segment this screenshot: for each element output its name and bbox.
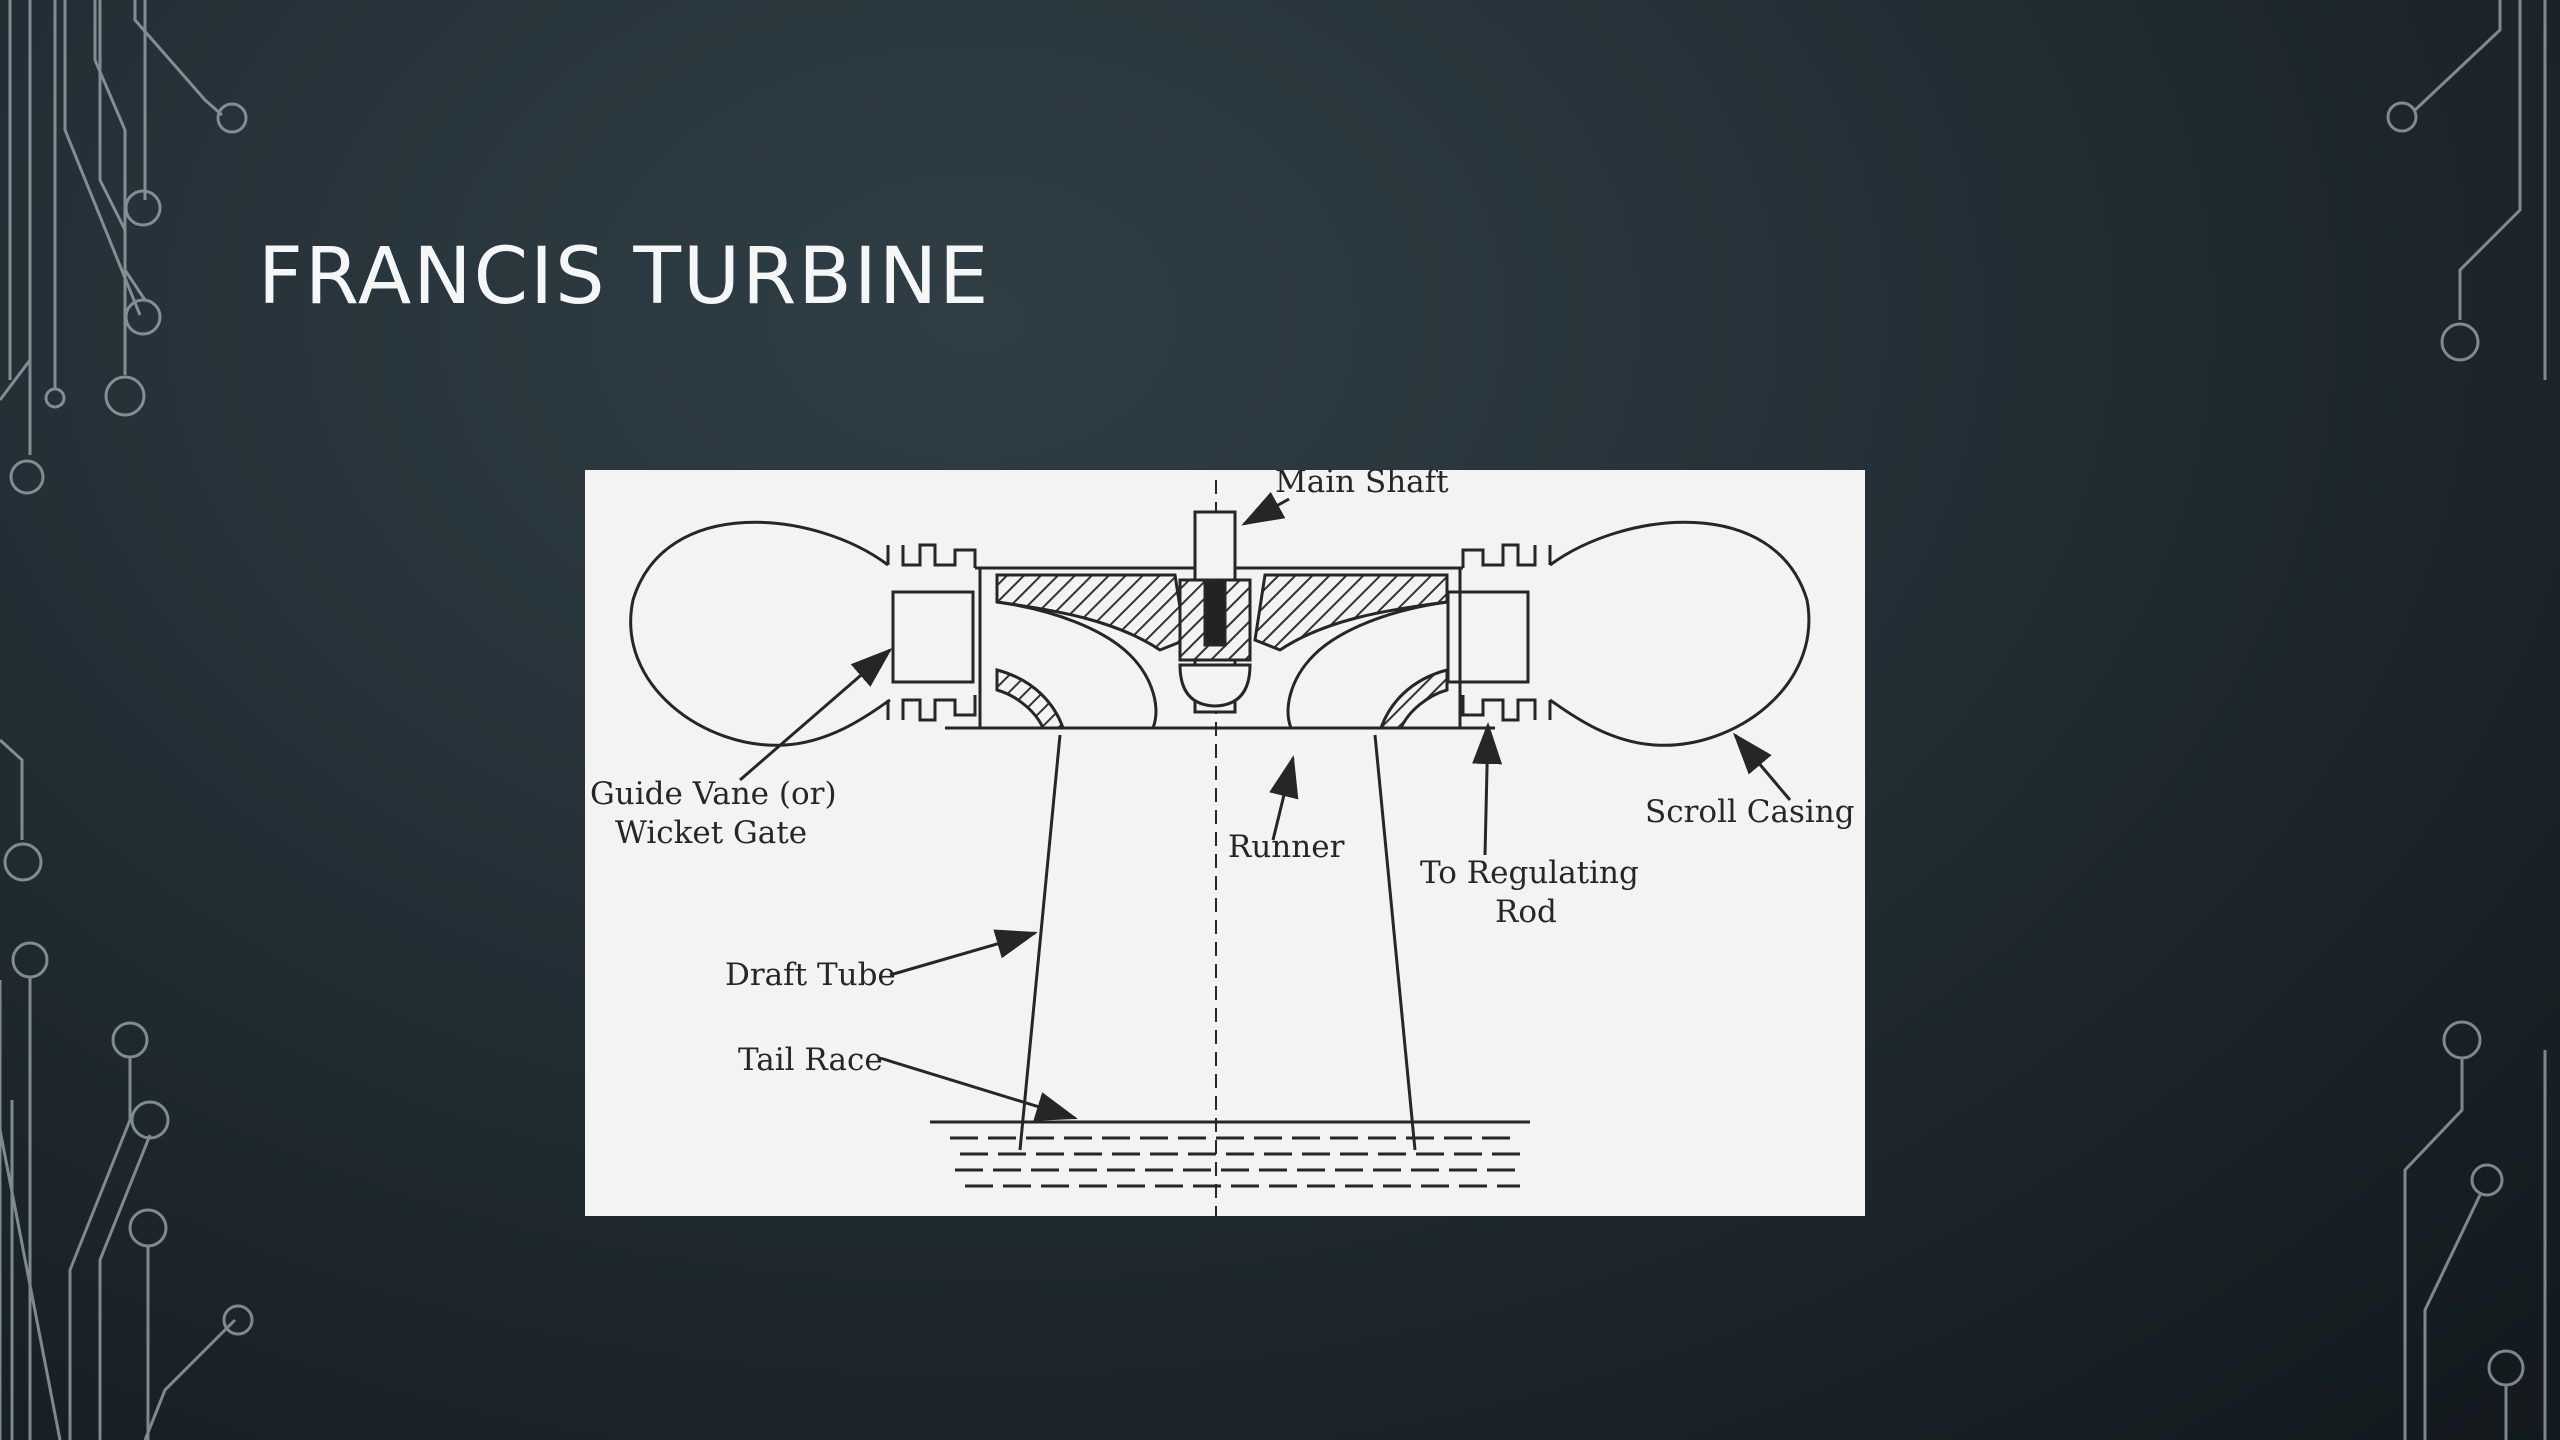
guide-vane-left [891, 590, 975, 684]
label-guide-vane-line1: Guide Vane (or) [590, 776, 837, 812]
label-regulating-line2: Rod [1495, 894, 1557, 930]
label-main-shaft: Main Shaft [1275, 470, 1449, 500]
label-runner: Runner [1228, 829, 1345, 865]
label-scroll-casing: Scroll Casing [1645, 794, 1855, 830]
label-guide-vane-line2: Wicket Gate [615, 815, 807, 851]
label-draft-tube: Draft Tube [725, 957, 896, 993]
scroll-casing-left [629, 520, 891, 747]
runner-blade-left [995, 668, 1066, 730]
scroll-casing-right [1549, 520, 1811, 747]
slide-title: FRANCIS TURBINE [258, 232, 991, 322]
runner-blade-right [1378, 668, 1449, 730]
draft-tube [1018, 734, 1417, 1151]
label-regulating-line1: To Regulating [1420, 855, 1639, 891]
label-tail-race: Tail Race [738, 1042, 883, 1078]
francis-turbine-diagram: Main Shaft Guide Vane (or) Wicket Gate R… [585, 470, 1865, 1216]
